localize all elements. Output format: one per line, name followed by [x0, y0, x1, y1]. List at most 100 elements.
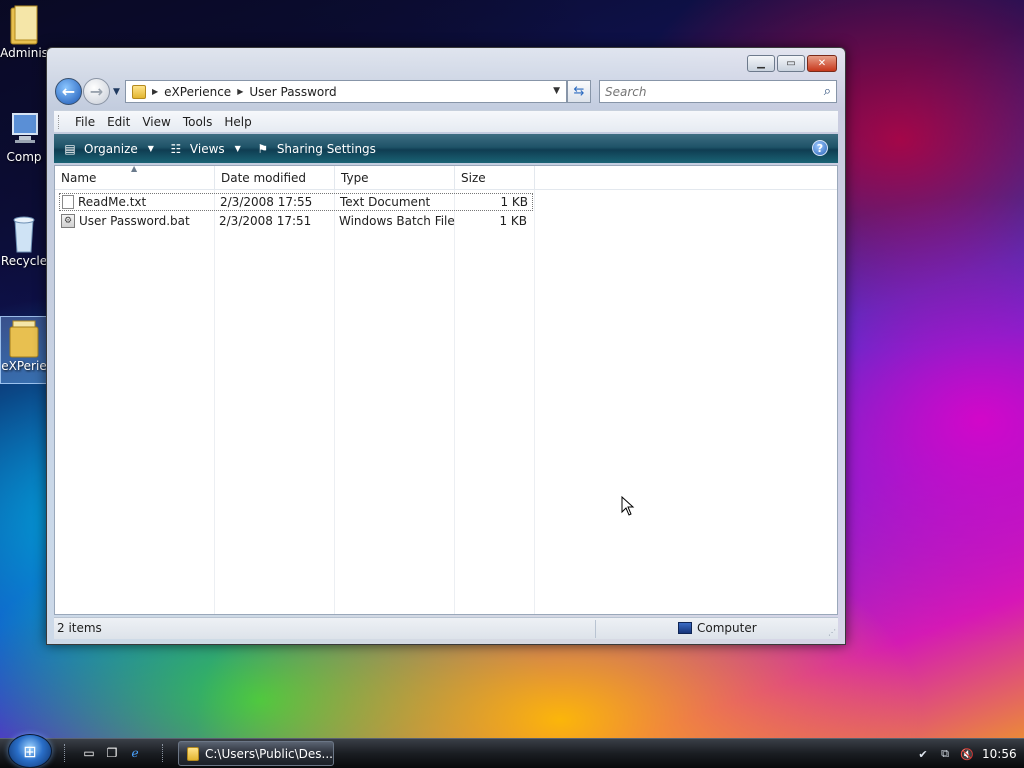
folder-icon: [7, 317, 41, 358]
resize-grip-icon[interactable]: ⋰: [828, 628, 836, 637]
column-header-type[interactable]: Type: [335, 166, 455, 190]
desktop-icon-computer[interactable]: Comp: [0, 108, 48, 164]
file-list: ▲ Name Date modified Type Size ReadMe.tx…: [54, 164, 838, 615]
taskbar-window-label: C:\Users\Public\Des...: [205, 746, 333, 761]
desktop-icon-label: Adminis: [0, 46, 48, 60]
column-header-size[interactable]: Size: [455, 166, 535, 190]
column-divider: [214, 190, 215, 614]
text-file-icon: [62, 195, 74, 209]
computer-icon: [678, 622, 692, 634]
windows-logo-icon: ⊞: [23, 741, 37, 761]
system-tray: ✔ ⧉ 🔇 10:56: [906, 740, 1024, 768]
menu-tools[interactable]: Tools: [177, 115, 219, 129]
breadcrumb-arrow-icon[interactable]: ▶: [237, 87, 243, 96]
item-count: 2 items: [57, 621, 102, 635]
address-bar[interactable]: ▶ eXPerience ▶ User Password ▼: [125, 80, 567, 103]
search-input[interactable]: [605, 84, 805, 99]
address-row: ← → ▼ ▶ eXPerience ▶ User Password ▼ ⇆ ⌕: [55, 78, 837, 106]
computer-icon: [7, 108, 41, 148]
file-date: 2/3/2008 17:55: [220, 195, 313, 209]
recycle-bin-icon: [7, 212, 41, 253]
file-row[interactable]: ReadMe.txt 2/3/2008 17:55 Text Document …: [59, 193, 533, 211]
column-divider: [534, 190, 535, 614]
column-header-label: Type: [341, 171, 369, 185]
window-controls: ▁ ▭ ✕: [747, 55, 837, 72]
chevron-down-icon: ▼: [234, 144, 241, 153]
file-size: 1 KB: [500, 195, 528, 209]
breadcrumb-item-experience[interactable]: eXPerience: [164, 85, 231, 99]
folder-icon: [187, 746, 199, 761]
column-header-date-modified[interactable]: Date modified: [215, 166, 335, 190]
menu-view[interactable]: View: [136, 115, 176, 129]
search-box[interactable]: ⌕: [599, 80, 837, 103]
desktop-icon-label: Recycle: [0, 254, 48, 268]
column-header-name[interactable]: ▲ Name: [55, 164, 215, 190]
menu-bar: File Edit View Tools Help: [54, 110, 838, 132]
file-type: Windows Batch File: [339, 214, 455, 228]
maximize-button[interactable]: ▭: [777, 55, 805, 72]
column-header-label: Size: [461, 171, 486, 185]
organize-icon: ▤: [64, 141, 76, 156]
column-header-label: Date modified: [221, 171, 307, 185]
sharing-settings-label: Sharing Settings: [276, 141, 376, 156]
organize-button[interactable]: ▤ Organize ▼: [62, 141, 154, 157]
refresh-button[interactable]: ⇆: [567, 80, 591, 103]
status-separator: [595, 620, 596, 638]
help-icon: ?: [816, 141, 824, 155]
clock[interactable]: 10:56: [982, 747, 1017, 761]
sort-ascending-icon: ▲: [131, 164, 138, 173]
minimize-button[interactable]: ▁: [747, 55, 775, 72]
folder-icon: [132, 84, 146, 99]
menu-edit[interactable]: Edit: [101, 115, 136, 129]
menu-grip: [58, 114, 61, 129]
forward-button[interactable]: →: [83, 78, 110, 105]
back-button[interactable]: ←: [55, 78, 82, 105]
chevron-down-icon: ▼: [147, 144, 154, 153]
taskbar: [0, 738, 1024, 768]
column-divider: [454, 190, 455, 614]
user-folder-icon: [7, 4, 41, 45]
desktop-icon-administrator[interactable]: Adminis: [0, 4, 48, 60]
file-size: 1 KB: [499, 214, 527, 228]
sharing-settings-button[interactable]: ⚑ Sharing Settings: [255, 141, 376, 157]
minimize-icon: ▁: [757, 58, 765, 69]
maximize-icon: ▭: [786, 58, 796, 69]
status-zone: Computer: [678, 621, 757, 635]
organize-label: Organize: [84, 141, 138, 156]
show-desktop-icon[interactable]: ▭: [80, 745, 98, 761]
views-label: Views: [189, 141, 225, 156]
help-button[interactable]: ?: [812, 140, 828, 156]
taskbar-window-button[interactable]: C:\Users\Public\Des...: [178, 741, 334, 766]
switch-windows-icon[interactable]: ❐: [103, 745, 121, 761]
breadcrumb-arrow-icon[interactable]: ▶: [152, 87, 158, 96]
file-type: Text Document: [340, 195, 431, 209]
views-button[interactable]: ☷ Views ▼: [168, 141, 241, 157]
command-bar: ▤ Organize ▼ ☷ Views ▼ ⚑ Sharing Setting…: [54, 134, 838, 163]
address-dropdown-icon[interactable]: ▼: [553, 86, 560, 96]
zone-label: Computer: [697, 621, 757, 635]
volume-muted-icon[interactable]: 🔇: [960, 747, 974, 761]
column-header-row: ▲ Name Date modified Type Size: [55, 164, 837, 190]
arrow-left-icon: ←: [61, 82, 76, 101]
breadcrumb-item-user-password[interactable]: User Password: [249, 85, 336, 99]
taskbar-grip[interactable]: [162, 744, 166, 762]
file-name: ReadMe.txt: [78, 195, 147, 209]
recent-pages-dropdown[interactable]: ▼: [113, 87, 120, 97]
menu-file[interactable]: File: [69, 115, 101, 129]
file-name-cell: ReadMe.txt: [60, 193, 216, 211]
desktop-icon-experience-folder[interactable]: eXPerie: [0, 316, 48, 384]
file-row[interactable]: ⚙ User Password.bat 2/3/2008 17:51 Windo…: [59, 212, 531, 230]
file-name: User Password.bat: [79, 214, 190, 228]
network-icon[interactable]: ⧉: [938, 747, 952, 761]
desktop-icon-recycle-bin[interactable]: Recycle: [0, 212, 48, 268]
desktop-icon-label: eXPerie: [1, 359, 47, 373]
search-icon[interactable]: ⌕: [824, 84, 831, 99]
taskbar-grip[interactable]: [64, 744, 68, 762]
security-center-icon[interactable]: ✔: [916, 747, 930, 761]
internet-explorer-icon[interactable]: ℯ: [126, 745, 144, 761]
sharing-icon: ⚑: [257, 141, 269, 156]
views-icon: ☷: [170, 141, 182, 156]
start-button[interactable]: ⊞: [8, 734, 52, 768]
menu-help[interactable]: Help: [218, 115, 257, 129]
close-button[interactable]: ✕: [807, 55, 837, 72]
